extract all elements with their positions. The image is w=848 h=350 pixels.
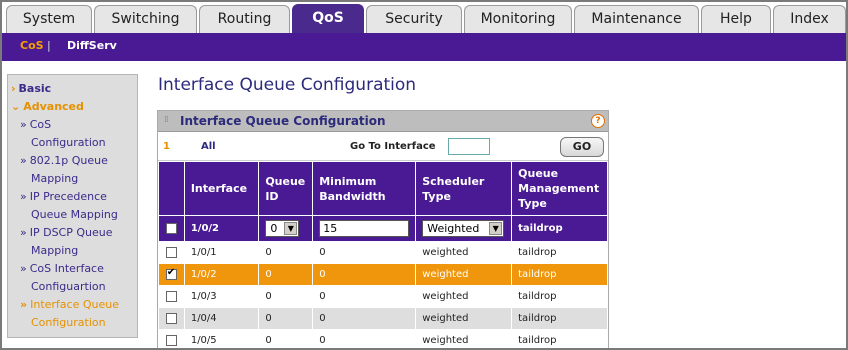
sidebar-item-advanced[interactable]: ⌄ Advanced [11, 98, 84, 116]
sidebar-item-ip-dscp-line2[interactable]: Mapping [31, 242, 78, 260]
app-frame: System Switching Routing QoS Security Mo… [0, 0, 848, 350]
table-row[interactable]: 1/0/3 0 0 weighted taildrop [158, 285, 608, 308]
help-icon[interactable]: ? [591, 114, 605, 128]
cell-queue-mgmt: taildrop [511, 329, 608, 348]
cell-interface: 1/0/2 [183, 263, 260, 286]
tab-monitoring[interactable]: Monitoring [464, 5, 572, 33]
cell-queue-mgmt: taildrop [511, 285, 608, 308]
sidebar-item-ip-precedence[interactable]: » IP Precedence [20, 188, 107, 206]
subnav-separator: | [47, 39, 51, 52]
sidebar-item-cos-interface[interactable]: » CoS Interface [20, 260, 104, 278]
top-nav: System Switching Routing QoS Security Mo… [2, 2, 846, 34]
pager-row: 1 All Go To Interface GO [158, 133, 608, 161]
chevron-right-icon: › [11, 82, 16, 95]
page-all-link[interactable]: All [201, 141, 216, 152]
row-checkbox[interactable] [165, 334, 177, 346]
header-queue-mgmt-type: Queue Management Type [511, 161, 608, 216]
chevron-down-icon: ⌄ [11, 100, 21, 113]
page-title: Interface Queue Configuration [158, 75, 417, 95]
sidebar-item-8021p-queue-mapping[interactable]: » 802.1p Queue [20, 152, 108, 170]
header-interface: Interface [183, 161, 260, 216]
tab-help[interactable]: Help [701, 5, 771, 33]
cell-min-bandwidth: 0 [312, 241, 417, 264]
cell-queue-id: 0 [258, 241, 314, 264]
cell-min-bandwidth: 0 [312, 307, 417, 330]
cell-min-bandwidth: 0 [312, 263, 417, 286]
cell-queue-mgmt: taildrop [511, 307, 608, 330]
cell-scheduler: weighted [415, 263, 513, 286]
goto-interface-input[interactable] [448, 138, 490, 155]
tab-routing[interactable]: Routing [199, 5, 290, 33]
queue-id-select[interactable]: 0 ▼ [265, 220, 300, 237]
row-checkbox[interactable] [165, 312, 177, 324]
row-checkbox[interactable] [165, 290, 177, 302]
sidebar-item-8021p-queue-mapping-line2[interactable]: Mapping [31, 170, 78, 188]
sidebar: › Basic ⌄ Advanced » CoS Configuration » 802… [7, 74, 138, 338]
cell-queue-mgmt: taildrop [511, 263, 608, 286]
cell-interface: 1/0/4 [183, 307, 260, 330]
cell-scheduler: weighted [415, 285, 513, 308]
sidebar-item-interface-queue-line2[interactable]: Configuration [31, 314, 106, 332]
cell-scheduler: weighted [415, 329, 513, 348]
sub-nav: CoS | DiffServ [2, 33, 846, 61]
cell-interface: 1/0/3 [183, 285, 260, 308]
panel-header: ⁞⁞ Interface Queue Configuration ? [158, 111, 608, 132]
header-min-bandwidth: Minimum Bandwidth [312, 161, 417, 216]
row-checkbox[interactable] [165, 267, 177, 280]
panel-title: Interface Queue Configuration [180, 114, 386, 128]
min-bandwidth-input[interactable]: 15 [319, 220, 410, 237]
tab-maintenance[interactable]: Maintenance [574, 5, 699, 33]
tab-security[interactable]: Security [366, 5, 462, 33]
table-row[interactable]: 1/0/1 0 0 weighted taildrop [158, 241, 608, 264]
page-number-link[interactable]: 1 [163, 141, 170, 152]
cell-scheduler: weighted [415, 241, 513, 264]
cell-queue-mgmt: taildrop [511, 241, 608, 264]
cell-queue-id: 0 [258, 263, 314, 286]
table-row[interactable]: 1/0/4 0 0 weighted taildrop [158, 307, 608, 330]
header-scheduler-type: Scheduler Type [415, 161, 513, 216]
tab-qos[interactable]: QoS [292, 4, 364, 34]
cell-queue-id: 0 [258, 307, 314, 330]
cell-queue-id: 0 [258, 329, 314, 348]
header-queue-id: Queue ID [258, 161, 314, 216]
subnav-cos[interactable]: CoS [20, 39, 44, 52]
cell-scheduler: weighted [415, 307, 513, 330]
edit-queue-mgmt: taildrop [511, 215, 608, 242]
edit-row-checkbox[interactable] [165, 222, 177, 234]
sidebar-item-ip-precedence-line2[interactable]: Queue Mapping [31, 206, 118, 224]
cell-queue-id: 0 [258, 285, 314, 308]
subnav-diffserv[interactable]: DiffServ [67, 39, 117, 52]
table-row[interactable]: 1/0/5 0 0 weighted taildrop [158, 329, 608, 348]
tab-system[interactable]: System [6, 5, 92, 33]
sidebar-item-basic[interactable]: › Basic [11, 80, 51, 98]
sidebar-item-ip-dscp[interactable]: » IP DSCP Queue [20, 224, 113, 242]
cell-min-bandwidth: 0 [312, 329, 417, 348]
cell-min-bandwidth: 0 [312, 285, 417, 308]
cell-interface: 1/0/5 [183, 329, 260, 348]
edit-row: 1/0/2 0 ▼ 15 Weighted ▼ taildrop [158, 215, 608, 242]
scheduler-type-select[interactable]: Weighted ▼ [422, 220, 505, 237]
sidebar-item-cos-configuration-line2[interactable]: Configuration [31, 134, 106, 152]
dropdown-arrow-icon: ▼ [489, 222, 503, 235]
tab-index[interactable]: Index [773, 5, 846, 33]
dropdown-arrow-icon: ▼ [284, 222, 298, 235]
table-header-row: Interface Queue ID Minimum Bandwidth Sched… [158, 161, 608, 216]
go-button[interactable]: GO [560, 137, 604, 157]
cell-interface: 1/0/1 [183, 241, 260, 264]
config-panel: ⁞⁞ Interface Queue Configuration ? 1 All… [157, 110, 609, 348]
tab-switching[interactable]: Switching [94, 5, 197, 33]
goto-interface-label: Go To Interface [350, 141, 436, 152]
sidebar-item-cos-configuration[interactable]: » CoS [20, 116, 51, 134]
sidebar-item-interface-queue[interactable]: » Interface Queue [20, 296, 119, 314]
sidebar-item-cos-interface-line2[interactable]: Configuartion [31, 278, 106, 296]
drag-grip-icon: ⁞⁞ [164, 115, 169, 125]
table-row[interactable]: 1/0/2 0 0 weighted taildrop [158, 263, 608, 286]
header-select [158, 161, 185, 216]
queue-table: Interface Queue ID Minimum Bandwidth Sched… [158, 161, 608, 348]
edit-interface: 1/0/2 [183, 215, 260, 242]
row-checkbox[interactable] [165, 246, 177, 258]
